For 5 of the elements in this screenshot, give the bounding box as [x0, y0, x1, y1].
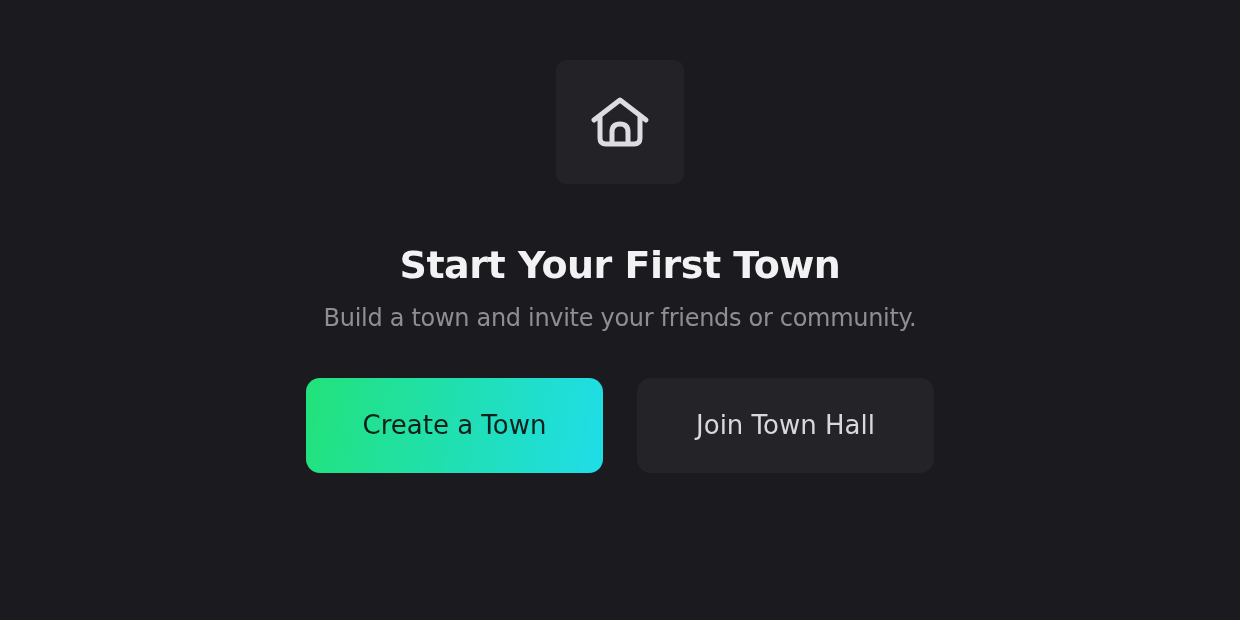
create-button[interactable]: Create a Town — [306, 378, 603, 473]
heading: Start Your First Town — [399, 246, 841, 284]
join-button[interactable]: Join Town Hall — [637, 378, 934, 473]
subtitle: Build a town and invite your friends or community. — [323, 306, 917, 330]
house-icon — [590, 96, 650, 148]
